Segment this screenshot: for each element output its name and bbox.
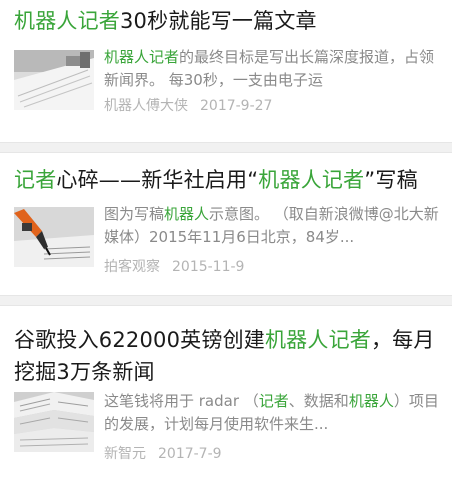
text-run: 心碎——新华社启用“ (56, 168, 259, 192)
text-run: ”写稿 (364, 168, 418, 192)
article-title[interactable]: 谷歌投入622000英镑创建机器人记者，每月挖掘3万条新闻 (14, 324, 436, 388)
article-card-1[interactable]: 机器人记者30秒就能写一篇文章 机器人记者的最终目标是写出长篇深度报道，占领新闻… (0, 0, 452, 142)
article-date: 2017-9-27 (200, 98, 273, 114)
highlighted-keyword: 机器人 (348, 392, 394, 410)
article-summary: 机器人记者的最终目标是写出长篇深度报道，占领新闻界。 每30秒，一支由电子运 (104, 46, 442, 92)
article-card-3[interactable]: 谷歌投入622000英镑创建机器人记者，每月挖掘3万条新闻 这笔钱将用于 rad… (0, 306, 452, 478)
article-card-2[interactable]: 记者心碎——新华社启用“机器人记者”写稿 图为写稿机器人示意图。 （取自新浪微博… (0, 153, 452, 295)
article-meta: 拍客观察 2015-11-9 (104, 257, 244, 277)
article-title[interactable]: 机器人记者30秒就能写一篇文章 (14, 5, 442, 37)
article-meta: 机器人傅大侠 2017-9-27 (104, 96, 272, 116)
card-separator (0, 295, 452, 306)
article-source: 机器人傅大侠 (104, 98, 188, 114)
robot-arm-writing-image (14, 207, 94, 267)
highlighted-keyword: 记者 (14, 168, 57, 192)
news-feed: 机器人记者30秒就能写一篇文章 机器人记者的最终目标是写出长篇深度报道，占领新闻… (0, 0, 452, 478)
article-source: 新智元 (104, 446, 146, 462)
article-source: 拍客观察 (104, 259, 160, 275)
article-summary: 图为写稿机器人示意图。 （取自新浪微博@北大新媒体）2015年11月6日北京，8… (104, 203, 442, 249)
text-run: 谷歌投入622000英镑创建 (14, 328, 265, 352)
article-meta: 新智元 2017-7-9 (104, 444, 222, 464)
highlighted-keyword: 机器人 (164, 205, 210, 223)
text-run: 30秒就能写一篇文章 (120, 9, 317, 33)
article-date: 2017-7-9 (158, 446, 222, 462)
paper-scroll-image (14, 50, 94, 110)
text-run: 这笔钱将用于 radar （ (104, 392, 259, 410)
article-title[interactable]: 记者心碎——新华社启用“机器人记者”写稿 (14, 164, 442, 196)
highlighted-keyword: 机器人记者 (14, 9, 120, 33)
text-run: 图为写稿 (104, 205, 165, 223)
text-run: 、数据和 (288, 392, 349, 410)
highlighted-keyword: 机器人记者 (104, 48, 180, 66)
card-separator (0, 142, 452, 153)
article-date: 2015-11-9 (172, 259, 245, 275)
highlighted-keyword: 记者 (258, 392, 289, 410)
highlighted-keyword: 机器人记者 (264, 328, 371, 352)
highlighted-keyword: 机器人记者 (258, 168, 365, 192)
article-summary: 这笔钱将用于 radar （记者、数据和机器人）项目的发展，计划每月使用软件来生… (104, 390, 442, 436)
newspaper-stack-image (14, 392, 94, 452)
